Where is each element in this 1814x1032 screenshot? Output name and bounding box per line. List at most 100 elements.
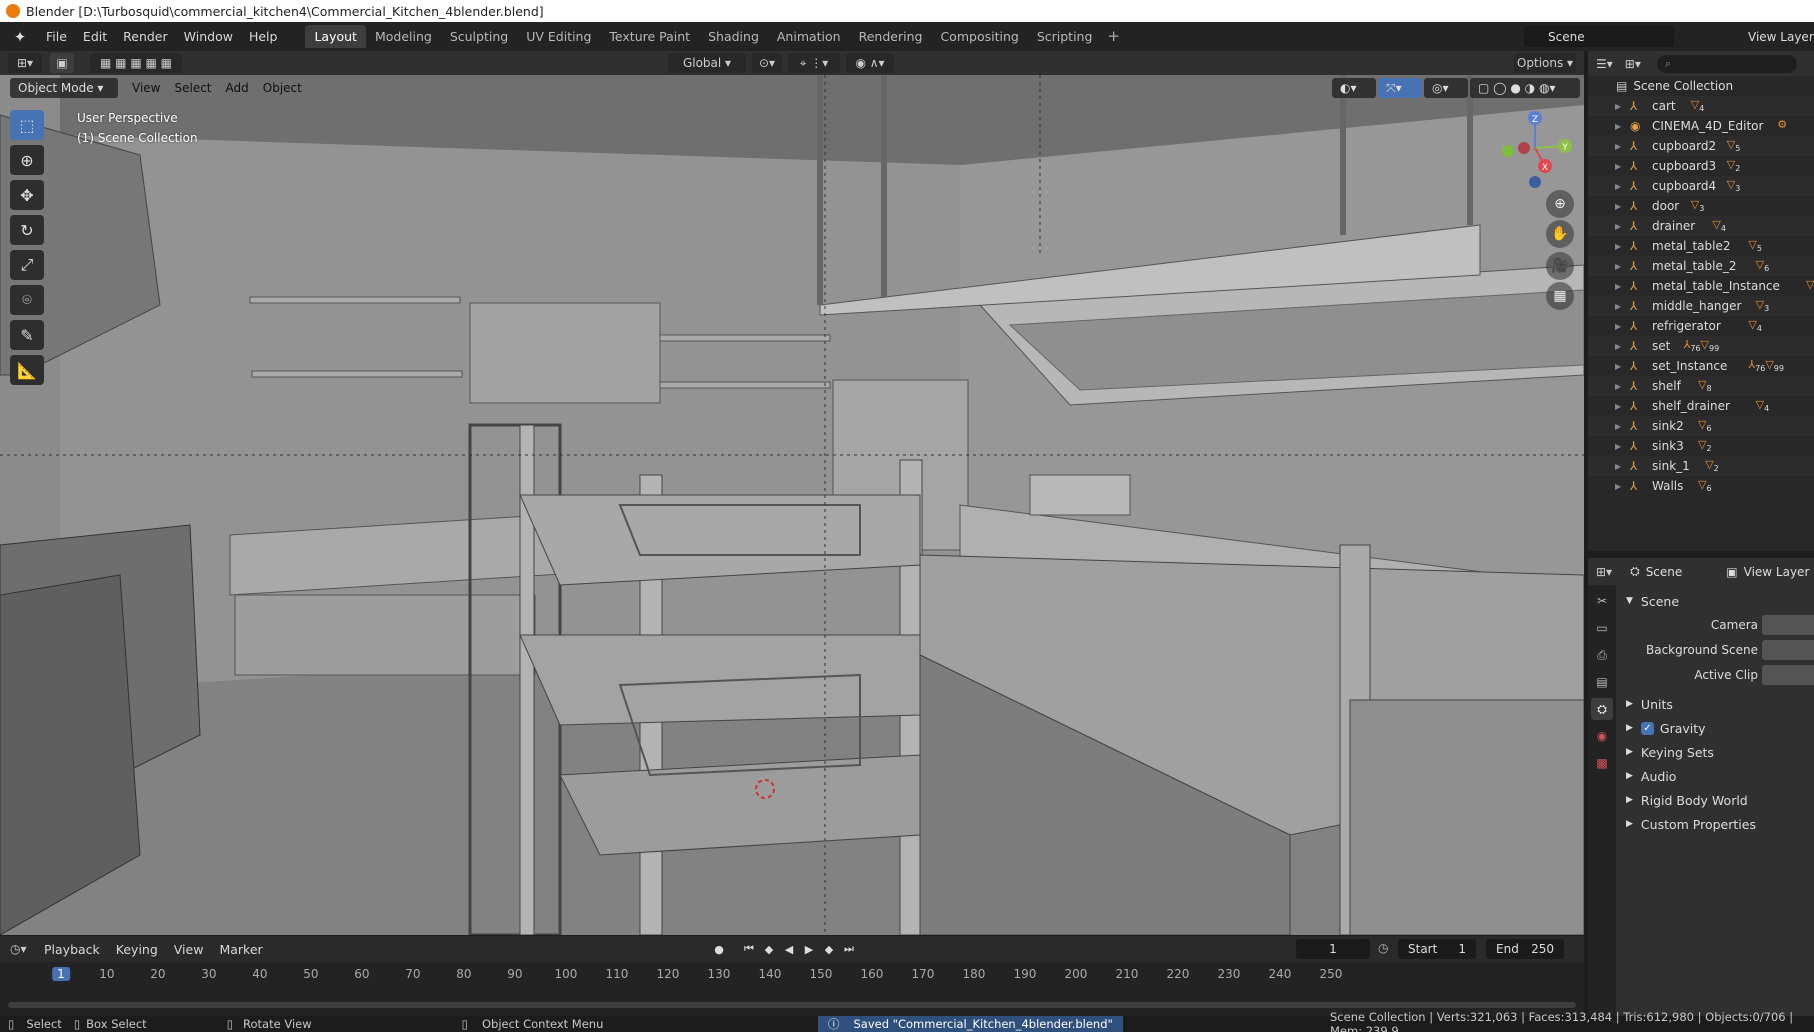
mesh-children-icon[interactable]: ▽6 — [1756, 258, 1770, 273]
shading-mode-icons[interactable]: ▢ ◯ ● ◑ ◍▾ — [1470, 78, 1580, 98]
gizmo-toggle-icon[interactable]: ⤧▾ — [1378, 78, 1422, 98]
next-keyframe-icon[interactable]: ◆ — [820, 940, 838, 958]
camera-field[interactable]: Camera — [1616, 613, 1814, 638]
outliner-item[interactable]: ▶ ⅄ sink3 ▽2 — [1588, 436, 1814, 456]
zoom-icon[interactable]: ⊕ — [1546, 190, 1574, 218]
camera-value[interactable] — [1762, 615, 1814, 635]
expand-arrow-icon[interactable]: ▶ — [1615, 482, 1621, 491]
selection-mode-buttons[interactable]: ▦ ▦ ▦ ▦ ▦ — [90, 53, 182, 73]
mesh-children-icon[interactable]: ▽2 — [1727, 158, 1741, 173]
viewport-menu-select[interactable]: Select — [174, 81, 211, 95]
pan-hand-icon[interactable]: ✋ — [1546, 220, 1574, 248]
expand-arrow-icon[interactable]: ▶ — [1615, 142, 1621, 151]
blender-menu-icon[interactable]: ✦ — [10, 27, 30, 47]
menu-window[interactable]: Window — [176, 26, 241, 47]
add-workspace-button[interactable]: + — [1101, 25, 1126, 48]
outliner-item[interactable]: ▶ ⅄ cart ▽4 — [1588, 96, 1814, 116]
mesh-children-icon[interactable]: ⅄76▽99 — [1748, 358, 1784, 373]
outliner-item[interactable]: ▶ ⅄ set_Instance ⅄76▽99 — [1588, 356, 1814, 376]
active-tool-icon[interactable]: ▣ — [50, 53, 74, 73]
menu-render[interactable]: Render — [115, 26, 176, 47]
mesh-children-icon[interactable]: ▽6 — [1698, 478, 1712, 493]
outliner-item[interactable]: ▶ ⅄ refrigerator ▽4 — [1588, 316, 1814, 336]
expand-arrow-icon[interactable]: ▶ — [1615, 282, 1621, 291]
mesh-children-icon[interactable]: ▽4 — [1748, 318, 1762, 333]
outliner-item[interactable]: ▶ ⅄ cupboard2 ▽5 — [1588, 136, 1814, 156]
tab-scripting[interactable]: Scripting — [1028, 25, 1102, 48]
tab-uv-editing[interactable]: UV Editing — [517, 25, 600, 48]
options-button[interactable]: Options ▾ — [1514, 53, 1576, 73]
move-icon[interactable]: ✥ — [10, 180, 44, 210]
texture-tab-icon[interactable]: ▩ — [1591, 752, 1613, 774]
expand-arrow-icon[interactable]: ▶ — [1615, 422, 1621, 431]
mesh-children-icon[interactable]: ▽5 — [1748, 238, 1762, 253]
visibility-icon[interactable]: ◐▾ — [1332, 78, 1376, 98]
outliner-item[interactable]: ▶ ⅄ cupboard3 ▽2 — [1588, 156, 1814, 176]
mesh-children-icon[interactable]: ▽6 — [1698, 418, 1712, 433]
rigid-body-panel-header[interactable]: ▶ Rigid Body World — [1616, 788, 1814, 812]
snap-icon[interactable]: ⌖ ⋮▾ — [788, 53, 840, 73]
jump-end-icon[interactable]: ⏭ — [840, 940, 858, 958]
tab-texture-paint[interactable]: Texture Paint — [600, 25, 699, 48]
rotate-icon[interactable]: ↻ — [10, 215, 44, 245]
menu-file[interactable]: File — [38, 26, 75, 47]
menu-edit[interactable]: Edit — [75, 26, 115, 47]
expand-arrow-icon[interactable]: ▶ — [1615, 262, 1621, 271]
scene-panel-header[interactable]: ▼ Scene — [1616, 589, 1814, 613]
properties-editor-type-icon[interactable]: ⊞▾ — [1596, 565, 1612, 579]
outliner-item[interactable]: ▶ ⅄ metal_table2 ▽5 — [1588, 236, 1814, 256]
expand-arrow-icon[interactable]: ▶ — [1615, 442, 1621, 451]
outliner-item[interactable]: ▶ ⅄ cupboard4 ▽3 — [1588, 176, 1814, 196]
outliner-item[interactable]: ▶ ⅄ shelf ▽8 — [1588, 376, 1814, 396]
outliner-item[interactable]: ▶ ⅄ shelf_drainer ▽4 — [1588, 396, 1814, 416]
expand-arrow-icon[interactable]: ▶ — [1615, 322, 1621, 331]
active-clip-value[interactable] — [1762, 665, 1814, 685]
background-scene-field[interactable]: Background Scene — [1616, 638, 1814, 663]
tab-modeling[interactable]: Modeling — [366, 25, 441, 48]
mesh-children-icon[interactable]: ▽5 — [1727, 138, 1741, 153]
world-tab-icon[interactable]: ◉ — [1591, 725, 1613, 747]
expand-arrow-icon[interactable]: ▶ — [1615, 162, 1621, 171]
current-frame-indicator[interactable]: 1 — [52, 967, 70, 981]
view-layer-selector[interactable]: View Layer — [1724, 26, 1814, 47]
timeline-editor-type-icon[interactable]: ◷▾ — [10, 942, 36, 956]
tab-compositing[interactable]: Compositing — [931, 25, 1027, 48]
scene-selector[interactable]: Scene — [1524, 26, 1674, 47]
gravity-checkbox[interactable]: ✓ — [1640, 721, 1654, 735]
frame-ruler[interactable]: 1 10 20 30 40 50 60 70 80 90 100 110 120 130 140 150 160… — [0, 963, 1584, 987]
expand-arrow-icon[interactable]: ▶ — [1615, 182, 1621, 191]
scale-icon[interactable]: ⤢ — [10, 250, 44, 280]
custom-properties-panel-header[interactable]: ▶ Custom Properties — [1616, 812, 1814, 836]
outliner-item[interactable]: ▶ ⅄ metal_table_2 ▽6 — [1588, 256, 1814, 276]
menu-help[interactable]: Help — [241, 26, 286, 47]
record-icon[interactable]: ● — [710, 940, 728, 958]
expand-arrow-icon[interactable]: ▶ — [1615, 382, 1621, 391]
mesh-children-icon[interactable]: ▽6 — [1806, 278, 1814, 293]
overlay-toggle-icon[interactable]: ◎▾ — [1424, 78, 1468, 98]
navigation-gizmo[interactable]: Z Y X — [1487, 108, 1583, 204]
timeline-menu-keying[interactable]: Keying — [108, 939, 166, 960]
mesh-children-icon[interactable]: ▽4 — [1712, 218, 1726, 233]
tab-animation[interactable]: Animation — [768, 25, 850, 48]
proportional-edit-icon[interactable]: ◉ ∧▾ — [846, 53, 894, 73]
annotate-icon[interactable]: ✎ — [10, 320, 44, 350]
view-layer-tab-icon[interactable]: ▤ — [1591, 671, 1613, 693]
expand-arrow-icon[interactable]: ▶ — [1615, 342, 1621, 351]
play-reverse-icon[interactable]: ◀ — [780, 940, 798, 958]
render-tab-icon[interactable]: ▭ — [1591, 617, 1613, 639]
keying-sets-panel-header[interactable]: ▶ Keying Sets — [1616, 740, 1814, 764]
end-frame-field[interactable]: End 250 — [1486, 939, 1564, 959]
outliner-item[interactable]: ▶ ⅄ sink2 ▽6 — [1588, 416, 1814, 436]
outliner-item[interactable]: ▶ ⅄ door ▽3 — [1588, 196, 1814, 216]
mesh-children-icon[interactable]: ▽8 — [1698, 378, 1712, 393]
expand-arrow-icon[interactable]: ▶ — [1615, 402, 1621, 411]
mesh-children-icon[interactable]: ▽3 — [1691, 198, 1705, 213]
background-scene-value[interactable] — [1762, 640, 1814, 660]
viewport-menu-view[interactable]: View — [132, 81, 160, 95]
jump-start-icon[interactable]: ⏮ — [740, 940, 758, 958]
prev-keyframe-icon[interactable]: ◆ — [760, 940, 778, 958]
audio-panel-header[interactable]: ▶ Audio — [1616, 764, 1814, 788]
expand-arrow-icon[interactable]: ▶ — [1615, 102, 1621, 111]
expand-arrow-icon[interactable]: ▶ — [1615, 222, 1621, 231]
camera-view-icon[interactable]: 🎥 — [1546, 252, 1574, 280]
